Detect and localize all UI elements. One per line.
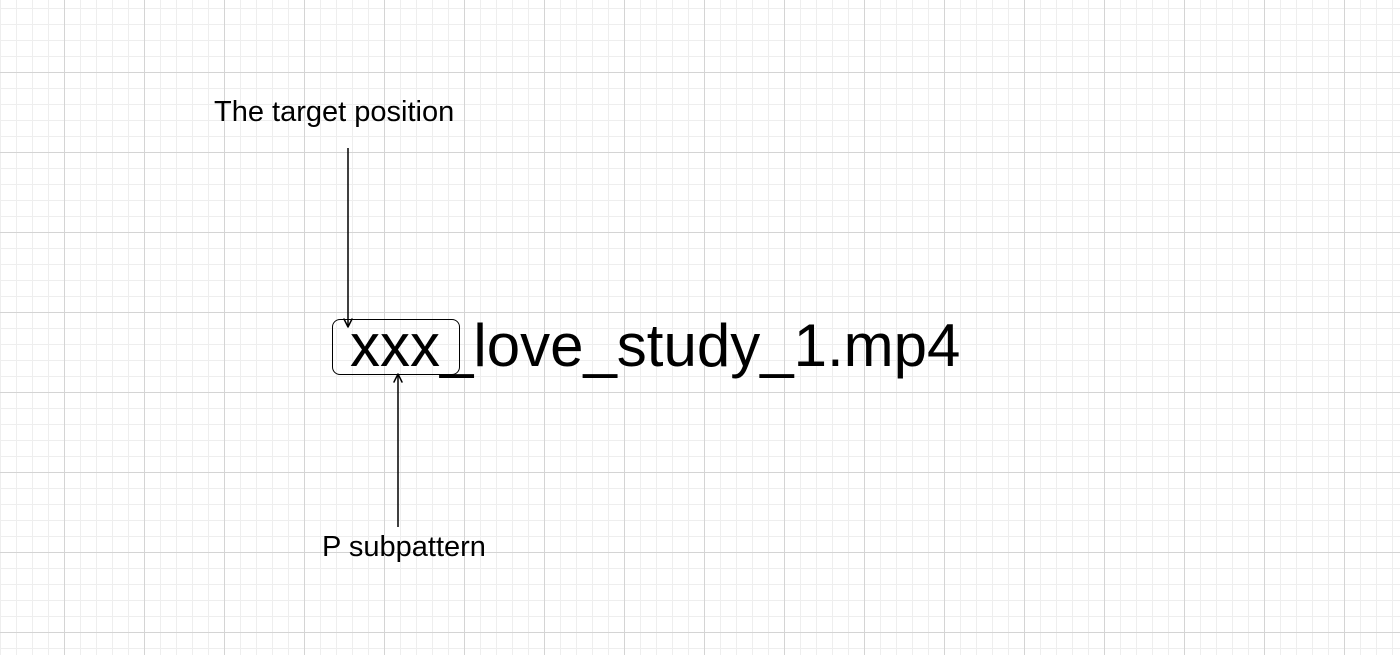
diagram-canvas: The target position xxx_love_study_1.mp4… <box>0 0 1400 655</box>
connector-arrows <box>343 148 403 527</box>
subpattern-label: P subpattern <box>322 531 486 563</box>
